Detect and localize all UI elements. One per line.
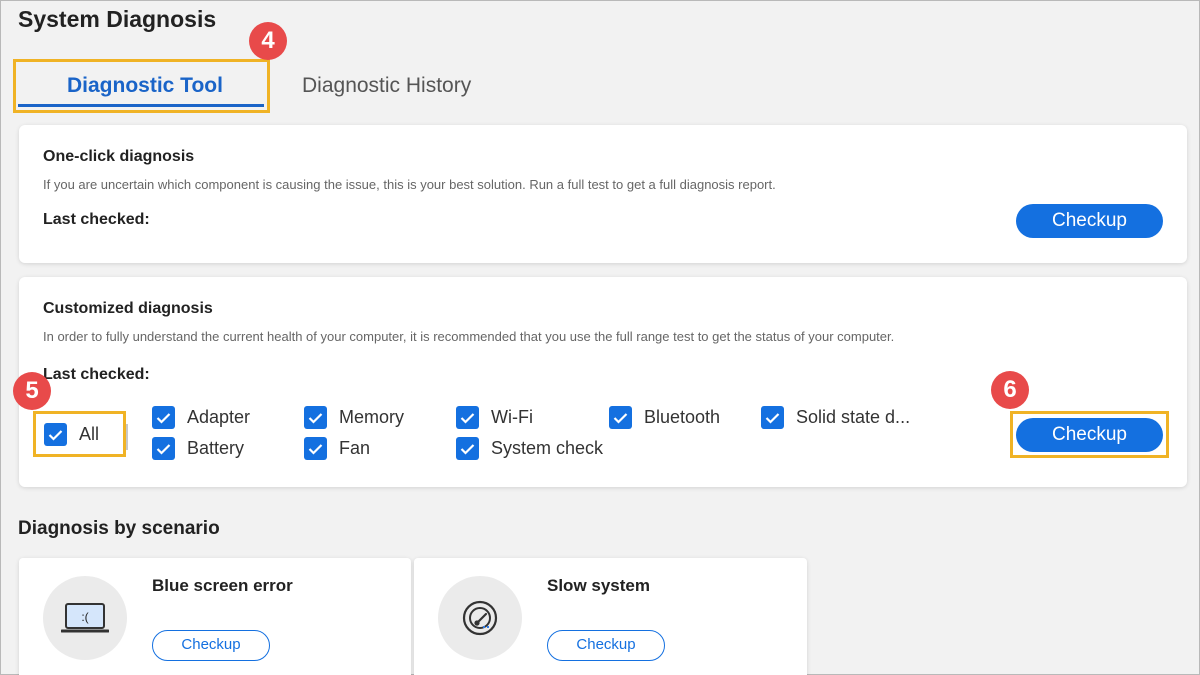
scenario-title: Slow system xyxy=(547,576,650,595)
checkbox-label: System check xyxy=(491,438,604,458)
one-click-checkup-button[interactable]: Checkup xyxy=(1016,204,1163,238)
one-click-last-checked: Last checked: xyxy=(43,211,150,228)
slow-system-checkup-button[interactable]: Checkup xyxy=(547,630,665,661)
scenario-section-title: Diagnosis by scenario xyxy=(18,518,220,539)
blue-screen-laptop-icon: :( xyxy=(43,576,127,660)
checkbox-label: Adapter xyxy=(187,407,251,427)
scenario-card-blue-screen: :( Blue screen error Checkup xyxy=(19,558,411,675)
all-divider xyxy=(125,424,128,450)
checkbox-label: Fan xyxy=(339,438,371,458)
step-badge-5: 5 xyxy=(13,372,51,410)
one-click-title: One-click diagnosis xyxy=(43,148,195,165)
svg-text::(: :( xyxy=(81,610,88,624)
checkbox-wifi[interactable]: Wi-Fi xyxy=(456,406,533,429)
checkbox-label: Wi-Fi xyxy=(491,407,533,427)
checkbox-system-check[interactable]: System check xyxy=(456,437,603,460)
speedometer-icon xyxy=(438,576,522,660)
page-title: System Diagnosis xyxy=(18,6,217,32)
checkmark-icon xyxy=(456,437,479,460)
checkbox-solid-state-drive[interactable]: Solid state d... xyxy=(761,406,910,429)
customized-description: In order to fully understand the current… xyxy=(43,329,895,344)
checkmark-icon xyxy=(44,423,67,446)
scenario-title: Blue screen error xyxy=(152,576,293,595)
checkbox-adapter[interactable]: Adapter xyxy=(152,406,250,429)
step-badge-4: 4 xyxy=(249,22,287,60)
checkbox-all-label: All xyxy=(79,424,100,444)
checkbox-bluetooth[interactable]: Bluetooth xyxy=(609,406,720,429)
checkbox-fan[interactable]: Fan xyxy=(304,437,370,460)
one-click-diagnosis-card: One-click diagnosis If you are uncertain… xyxy=(19,125,1187,263)
checkbox-label: Bluetooth xyxy=(644,407,721,427)
customized-title: Customized diagnosis xyxy=(43,300,213,317)
active-tab-underline xyxy=(18,104,264,107)
checkbox-label: Solid state d... xyxy=(796,407,911,427)
step-badge-6: 6 xyxy=(991,371,1029,409)
checkmark-icon xyxy=(152,437,175,460)
customized-last-checked: Last checked: xyxy=(43,366,150,383)
checkmark-icon xyxy=(304,437,327,460)
checkmark-icon xyxy=(152,406,175,429)
tab-diagnostic-history[interactable]: Diagnostic History xyxy=(302,74,471,98)
checkbox-all[interactable]: All xyxy=(44,423,99,446)
checkbox-label: Memory xyxy=(339,407,405,427)
tab-diagnostic-tool[interactable]: Diagnostic Tool xyxy=(67,74,223,98)
checkmark-icon xyxy=(456,406,479,429)
checkmark-icon xyxy=(609,406,632,429)
customized-checkup-button[interactable]: Checkup xyxy=(1016,418,1163,452)
checkmark-icon xyxy=(304,406,327,429)
checkmark-icon xyxy=(761,406,784,429)
blue-screen-checkup-button[interactable]: Checkup xyxy=(152,630,270,661)
checkbox-battery[interactable]: Battery xyxy=(152,437,244,460)
checkbox-memory[interactable]: Memory xyxy=(304,406,404,429)
scenario-card-slow-system: Slow system Checkup xyxy=(414,558,807,675)
checkbox-label: Battery xyxy=(187,438,245,458)
one-click-description: If you are uncertain which component is … xyxy=(43,177,776,192)
